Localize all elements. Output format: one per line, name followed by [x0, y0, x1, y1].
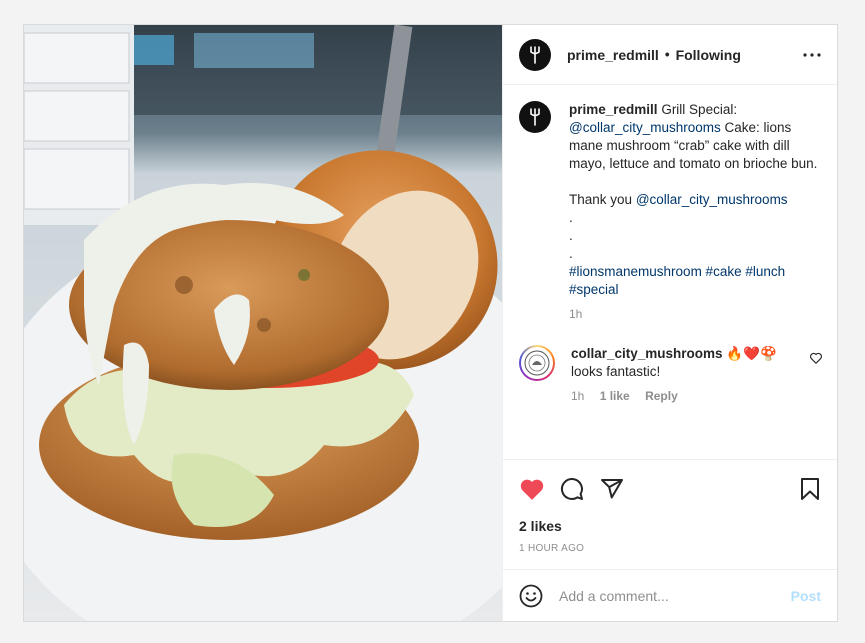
caption-text-1: Grill Special: [661, 102, 738, 117]
header-separator: • [664, 47, 670, 62]
bookmark-icon [801, 477, 819, 500]
post-timestamp[interactable]: 1 HOUR AGO [503, 539, 837, 569]
comments-section: prime_redmill Grill Special: @collar_cit… [503, 85, 837, 459]
fork-icon [530, 108, 540, 126]
post-comment-button[interactable]: Post [791, 588, 821, 604]
commenter-username[interactable]: collar_city_mushrooms [571, 346, 723, 361]
smiley-icon [519, 584, 543, 607]
caption-username[interactable]: prime_redmill [569, 102, 658, 117]
post-card: prime_redmill • Following prime_redmill [23, 24, 838, 622]
likes-count[interactable]: 2 likes [503, 517, 837, 539]
comment-body: collar_city_mushrooms 🔥❤️🍄 looks fantast… [571, 345, 777, 405]
heart-filled-icon [520, 479, 544, 500]
caption-text-3: Thank you [569, 192, 633, 207]
following-button[interactable]: Following [676, 47, 741, 63]
caption-meta: 1h [569, 305, 823, 323]
reply-button[interactable]: Reply [645, 389, 678, 403]
commenter-avatar-image [521, 347, 553, 379]
burger-photo-illustration [24, 25, 502, 621]
comment-meta: 1h 1 like Reply [571, 387, 777, 405]
comment-emoji: 🔥❤️🍄 [726, 346, 777, 361]
save-button[interactable] [797, 476, 823, 502]
fork-icon [530, 45, 540, 64]
more-options-button[interactable] [801, 44, 823, 66]
share-button[interactable] [599, 476, 625, 502]
comment-icon [561, 477, 583, 500]
post-header: prime_redmill • Following [503, 25, 837, 85]
comment-button[interactable] [559, 476, 585, 502]
post-photo[interactable] [24, 25, 502, 621]
emoji-button[interactable] [519, 584, 543, 608]
caption-body: prime_redmill Grill Special: @collar_cit… [569, 101, 823, 323]
comment-composer: Post [503, 569, 837, 621]
caption-mention-2[interactable]: @collar_city_mushrooms [636, 192, 788, 207]
caption-avatar[interactable] [519, 101, 551, 133]
comment-input[interactable] [559, 587, 791, 604]
seal-logo-icon [524, 350, 550, 376]
like-button[interactable] [519, 476, 545, 502]
action-bar [503, 459, 837, 517]
post-side-panel: prime_redmill • Following prime_redmill [502, 25, 837, 621]
comment-like-button[interactable] [809, 351, 823, 365]
commenter-avatar[interactable] [519, 345, 555, 381]
caption-mention-1[interactable]: @collar_city_mushrooms [569, 120, 721, 135]
comment-time[interactable]: 1h [571, 389, 584, 403]
caption-time[interactable]: 1h [569, 307, 582, 321]
comment-text: looks fantastic! [571, 364, 661, 379]
caption-dots: . . . [569, 210, 573, 261]
author-avatar[interactable] [519, 38, 551, 71]
caption-hashtags[interactable]: #lionsmanemushroom #cake #lunch #special [569, 263, 823, 299]
more-horizontal-icon [803, 52, 821, 57]
heart-outline-icon [810, 352, 822, 364]
share-icon [601, 478, 623, 498]
caption: prime_redmill Grill Special: @collar_cit… [519, 101, 823, 323]
comment-likes[interactable]: 1 like [600, 389, 630, 403]
author-username[interactable]: prime_redmill [567, 47, 659, 63]
comment-item: collar_city_mushrooms 🔥❤️🍄 looks fantast… [519, 345, 823, 405]
